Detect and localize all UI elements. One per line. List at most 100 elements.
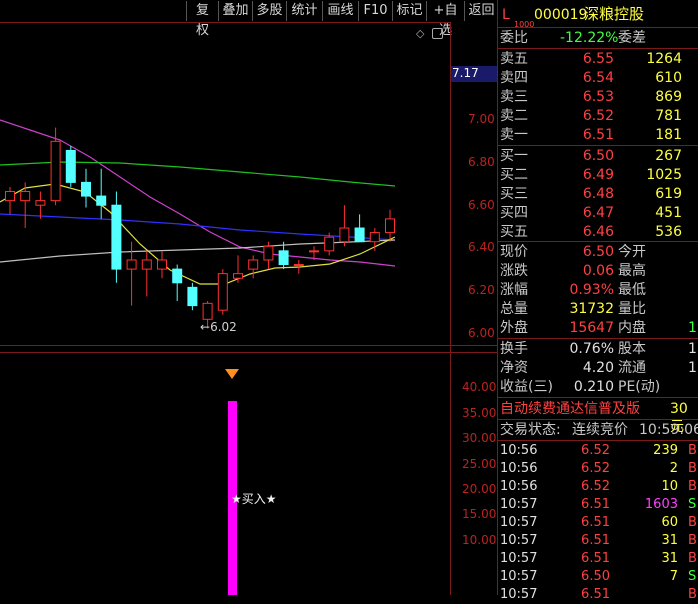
tb-zixuan-button[interactable]: +自选: [426, 1, 464, 38]
quote-row: 现价 6.50 今开: [498, 243, 698, 261]
divider: [498, 338, 698, 339]
quote-label: 现价: [500, 244, 528, 260]
fin-label-2: PE(动): [618, 379, 661, 395]
candle-body: [111, 204, 122, 270]
sell-row[interactable]: 卖四 6.54 610: [498, 69, 698, 87]
buy-row[interactable]: 买五 6.46 536: [498, 223, 698, 241]
candle-body: [233, 273, 243, 279]
quote-row: 总量 31732 量比: [498, 300, 698, 318]
sell-volume: 181: [655, 127, 682, 143]
tick-time: 10:57: [500, 569, 538, 584]
fin-row: 净资 4.20 流通 1: [498, 359, 698, 377]
stock-code: 000019: [534, 7, 588, 23]
buy-price: 6.49: [582, 167, 614, 183]
candle-body: [96, 195, 107, 206]
tb-biaoji-button[interactable]: 标记: [392, 1, 426, 21]
sell-level-label: 卖一: [500, 127, 528, 143]
quote-label-2: 内盘: [618, 320, 646, 336]
vol-axis-label: 40.00: [462, 380, 497, 394]
buy-volume: 536: [655, 224, 682, 240]
fin-value-2: 1: [688, 360, 697, 376]
price-axis-label: 6.40: [468, 240, 495, 254]
fin-value: 0.210: [573, 379, 614, 395]
tick-price: 6.51: [581, 497, 610, 512]
tick-volume: 10: [661, 479, 678, 494]
vol-axis-label: 20.00: [462, 482, 497, 496]
divider: [498, 27, 698, 28]
sell-row[interactable]: 卖五 6.55 1264: [498, 50, 698, 68]
quote-label: 涨幅: [500, 282, 528, 298]
candle-body: [157, 259, 167, 270]
sell-price: 6.55: [582, 51, 614, 67]
sell-price: 6.51: [582, 127, 614, 143]
buy-volume: 1025: [646, 167, 682, 183]
buy-price: 6.47: [582, 205, 614, 221]
quote-label-2: 今开: [618, 244, 646, 260]
quote-value-2: 1: [688, 320, 697, 336]
tb-duogu-button[interactable]: 多股: [252, 1, 286, 21]
tb-diejia-button[interactable]: 叠加: [218, 1, 252, 21]
divider: [498, 397, 698, 398]
buy-row[interactable]: 买三 6.48 619: [498, 185, 698, 203]
tb-huaxian-button[interactable]: 画线: [322, 1, 358, 21]
weibi-value: -12.22%: [560, 30, 619, 46]
promo-text[interactable]: 自动续费通达信普及版: [500, 400, 640, 418]
tick-price: 6.50: [581, 569, 610, 584]
price-axis-label: 7.00: [468, 112, 495, 126]
quote-panel: L 1000 000019 深粮控股 委比 -12.22% 委差 卖五 6.55…: [498, 0, 698, 602]
tb-fuquan-button[interactable]: 复权: [186, 1, 218, 38]
sell-row[interactable]: 卖一 6.51 181: [498, 126, 698, 144]
tick-row: 10:56 6.52 2 B: [498, 460, 698, 478]
tick-flag: S: [688, 569, 697, 584]
candle-body: [263, 245, 274, 261]
quote-value: 0.93%: [569, 282, 614, 298]
promo-row[interactable]: 自动续费通达信普及版 30元: [498, 400, 698, 435]
buy-level-label: 买五: [500, 224, 528, 240]
fin-row: 收益(三) 0.210 PE(动): [498, 378, 698, 396]
tick-time: 10:57: [500, 515, 538, 530]
tick-flag: S: [688, 497, 697, 512]
vol-axis-label: 15.00: [462, 507, 497, 521]
buy-row[interactable]: 买二 6.49 1025: [498, 166, 698, 184]
tick-price: 6.51: [581, 533, 610, 548]
tick-volume: 60: [661, 515, 678, 530]
trade-status-label: 交易状态:: [500, 422, 561, 438]
weibi-label: 委比: [500, 30, 528, 46]
sell-row[interactable]: 卖二 6.52 781: [498, 107, 698, 125]
quote-label: 涨跌: [500, 263, 528, 279]
tb-f10-button[interactable]: F10: [358, 1, 392, 21]
vol-axis-label: 10.00: [462, 533, 497, 547]
weibi-row: 委比 -12.22% 委差: [498, 29, 698, 47]
signal-marker-icon: [225, 369, 239, 379]
trade-status-row: 交易状态: 连续竞价 10:59:06: [498, 421, 698, 439]
candle-body: [385, 218, 395, 234]
sell-price: 6.52: [582, 108, 614, 124]
indicator-chart[interactable]: [0, 353, 450, 595]
tick-flag: B: [688, 533, 697, 548]
quote-row: 涨跌 0.06 最高: [498, 262, 698, 280]
buy-row[interactable]: 买一 6.50 267: [498, 147, 698, 165]
tick-price: 6.52: [581, 479, 610, 494]
tick-time: 10:56: [500, 461, 538, 476]
candle-body: [278, 250, 289, 266]
divider: [498, 440, 698, 441]
tb-fanhui-button[interactable]: 返回: [464, 1, 498, 21]
tick-flag: B: [688, 461, 697, 476]
quote-label-2: 最低: [618, 282, 646, 298]
candlestick-chart[interactable]: [0, 22, 450, 345]
chart-toolbar: 复权 叠加 多股 统计 画线 F10 标记 +自选 返回: [0, 0, 498, 38]
divider: [498, 48, 698, 49]
candle-body: [141, 259, 152, 270]
sell-row[interactable]: 卖三 6.53 869: [498, 88, 698, 106]
fin-label: 换手: [500, 341, 528, 357]
fin-row: 换手 0.76% 股本 1: [498, 340, 698, 358]
candle-body: [324, 236, 335, 252]
candle-body: [20, 191, 31, 202]
tb-tongji-button[interactable]: 统计: [286, 1, 322, 21]
buy-row[interactable]: 买四 6.47 451: [498, 204, 698, 222]
candle-body: [65, 149, 76, 183]
tick-flag: B: [688, 515, 697, 530]
fin-value-2: 1: [688, 341, 697, 357]
tick-row: 10:56 6.52 10 B: [498, 478, 698, 496]
vol-axis-label: 25.00: [462, 457, 497, 471]
